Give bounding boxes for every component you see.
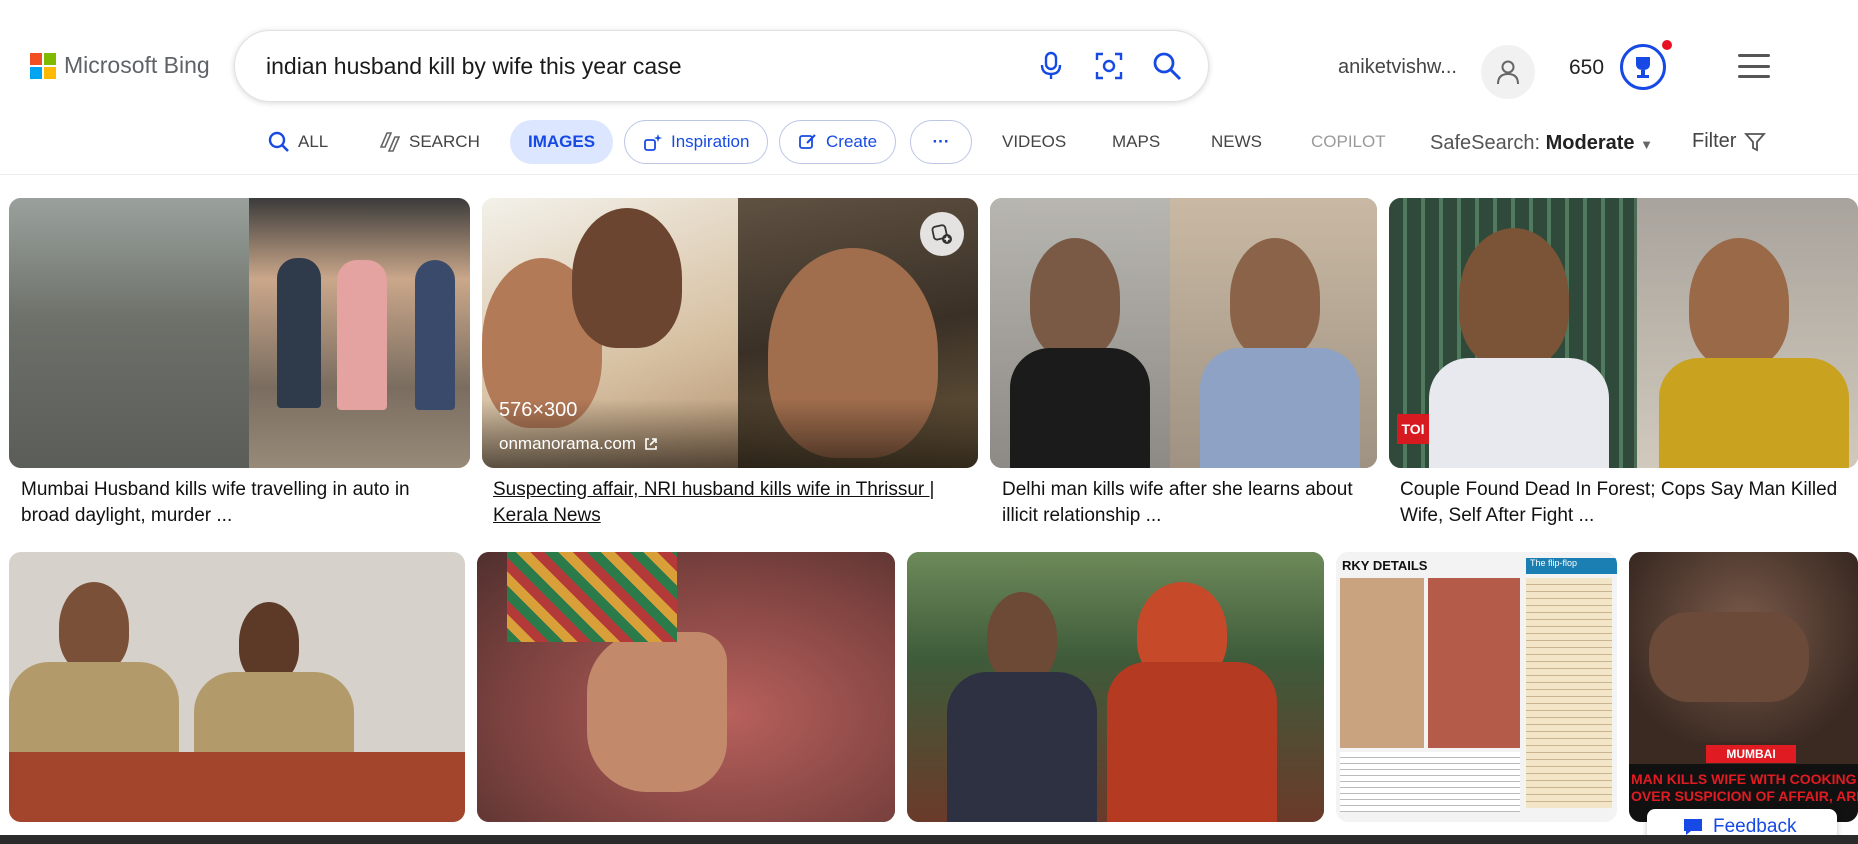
tab-search[interactable]: SEARCH bbox=[377, 120, 480, 164]
image-result-6[interactable] bbox=[477, 552, 895, 822]
safesearch-value: Moderate bbox=[1545, 132, 1635, 154]
tab-copilot-label: COPILOT bbox=[1311, 132, 1386, 151]
photo-face bbox=[1459, 228, 1569, 368]
user-icon[interactable] bbox=[1481, 45, 1535, 99]
photo-face bbox=[1230, 238, 1320, 358]
safesearch-dropdown[interactable]: SafeSearch: Moderate ▼ bbox=[1430, 132, 1653, 155]
tab-maps[interactable]: MAPS bbox=[1112, 120, 1160, 164]
search-input[interactable]: indian husband kill by wife this year ca… bbox=[266, 53, 682, 80]
external-link-icon bbox=[645, 438, 657, 450]
image-result-7[interactable] bbox=[907, 552, 1324, 822]
result-caption-1[interactable]: Mumbai Husband kills wife travelling in … bbox=[21, 477, 461, 529]
tab-inspiration[interactable]: Inspiration bbox=[624, 120, 769, 164]
tab-maps-label: MAPS bbox=[1112, 132, 1161, 151]
feedback-icon bbox=[1684, 818, 1702, 835]
image-source: onmanorama.com bbox=[499, 434, 637, 453]
image-result-8[interactable]: RKY DETAILS The flip-flop bbox=[1336, 552, 1617, 822]
image-result-5[interactable] bbox=[9, 552, 465, 822]
tab-create-label: Create bbox=[826, 132, 878, 151]
visual-search-icon[interactable] bbox=[1092, 49, 1126, 83]
tab-videos-label: VIDEOS bbox=[1002, 132, 1067, 151]
photo-face bbox=[59, 582, 129, 672]
tab-images[interactable]: IMAGES bbox=[510, 120, 614, 164]
filter-icon bbox=[1744, 132, 1767, 151]
tab-inspiration-label: Inspiration bbox=[671, 132, 750, 151]
tab-images-label: IMAGES bbox=[528, 132, 596, 151]
rewards-points[interactable]: 650 bbox=[1569, 56, 1604, 80]
result-caption-3[interactable]: Delhi man kills wife after she learns ab… bbox=[1002, 477, 1377, 529]
result-caption-2[interactable]: Suspecting affair, NRI husband kills wif… bbox=[493, 477, 973, 529]
photo-face bbox=[987, 592, 1057, 682]
news-headline-2: OVER SUSPICION OF AFFAIR, ARREST bbox=[1631, 788, 1858, 804]
toi-badge: TOI bbox=[1397, 414, 1429, 444]
image-size: 576×300 bbox=[499, 399, 578, 421]
tab-all[interactable]: ALL bbox=[268, 120, 328, 164]
chevron-down-icon: ▼ bbox=[1640, 137, 1653, 152]
safesearch-label: SafeSearch: bbox=[1430, 132, 1541, 154]
notification-dot bbox=[1662, 40, 1672, 50]
image-hover-info: 576×300 onmanorama.com bbox=[482, 399, 978, 468]
create-icon bbox=[799, 134, 816, 149]
inspiration-icon bbox=[644, 134, 662, 151]
search-box[interactable]: indian husband kill by wife this year ca… bbox=[234, 30, 1209, 102]
filter-button[interactable]: Filter bbox=[1692, 130, 1767, 153]
more-button[interactable]: ··· bbox=[910, 120, 972, 164]
filter-label: Filter bbox=[1692, 130, 1737, 152]
menu-icon[interactable] bbox=[1738, 54, 1770, 78]
save-to-collection-icon[interactable] bbox=[920, 212, 964, 256]
image-result-4[interactable]: TOI bbox=[1389, 198, 1858, 468]
image-result-9[interactable]: MUMBAI MAN KILLS WIFE WITH COOKING PA OV… bbox=[1629, 552, 1858, 822]
tab-all-label: ALL bbox=[298, 132, 329, 151]
more-icon: ··· bbox=[932, 132, 950, 151]
tab-create[interactable]: Create bbox=[779, 120, 897, 164]
result-caption-4[interactable]: Couple Found Dead In Forest; Cops Say Ma… bbox=[1400, 477, 1850, 529]
image-result-2[interactable]: 576×300 onmanorama.com bbox=[482, 198, 978, 468]
rewards-icon[interactable] bbox=[1620, 44, 1666, 90]
tab-news[interactable]: NEWS bbox=[1211, 120, 1262, 164]
tab-copilot[interactable]: COPILOT bbox=[1311, 120, 1386, 164]
header: Microsoft Bing indian husband kill by wi… bbox=[0, 0, 1858, 112]
tab-videos[interactable]: VIDEOS bbox=[1002, 120, 1066, 164]
tab-search-label: SEARCH bbox=[409, 132, 480, 151]
news-headline-1: MAN KILLS WIFE WITH COOKING PA bbox=[1631, 771, 1858, 787]
user-name[interactable]: aniketvishw... bbox=[1338, 56, 1457, 79]
image-result-1[interactable] bbox=[9, 198, 470, 468]
microphone-icon[interactable] bbox=[1034, 49, 1068, 83]
copilot-search-icon bbox=[379, 132, 401, 152]
search-scope-nav: ALL SEARCH IMAGES Inspiration Create ···… bbox=[0, 120, 1858, 170]
photo-face bbox=[239, 602, 299, 682]
clipping-sidebar-title: The flip-flop bbox=[1526, 558, 1617, 574]
tab-news-label: NEWS bbox=[1211, 132, 1262, 151]
search-actions bbox=[1034, 49, 1184, 83]
search-icon bbox=[268, 131, 289, 152]
photo-face bbox=[572, 208, 682, 348]
bing-logo[interactable]: Microsoft Bing bbox=[30, 52, 210, 79]
photo-face bbox=[1689, 238, 1789, 368]
status-bar bbox=[0, 835, 1858, 844]
image-source-link[interactable]: onmanorama.com bbox=[499, 434, 961, 454]
clipping-title: RKY DETAILS bbox=[1342, 558, 1428, 573]
image-result-3[interactable] bbox=[990, 198, 1377, 468]
mumbai-tag: MUMBAI bbox=[1706, 745, 1796, 763]
nav-divider bbox=[0, 174, 1858, 175]
microsoft-logo-icon bbox=[30, 52, 56, 79]
logo-text: Microsoft Bing bbox=[64, 52, 210, 78]
search-icon[interactable] bbox=[1150, 49, 1184, 83]
photo-face bbox=[1030, 238, 1120, 358]
